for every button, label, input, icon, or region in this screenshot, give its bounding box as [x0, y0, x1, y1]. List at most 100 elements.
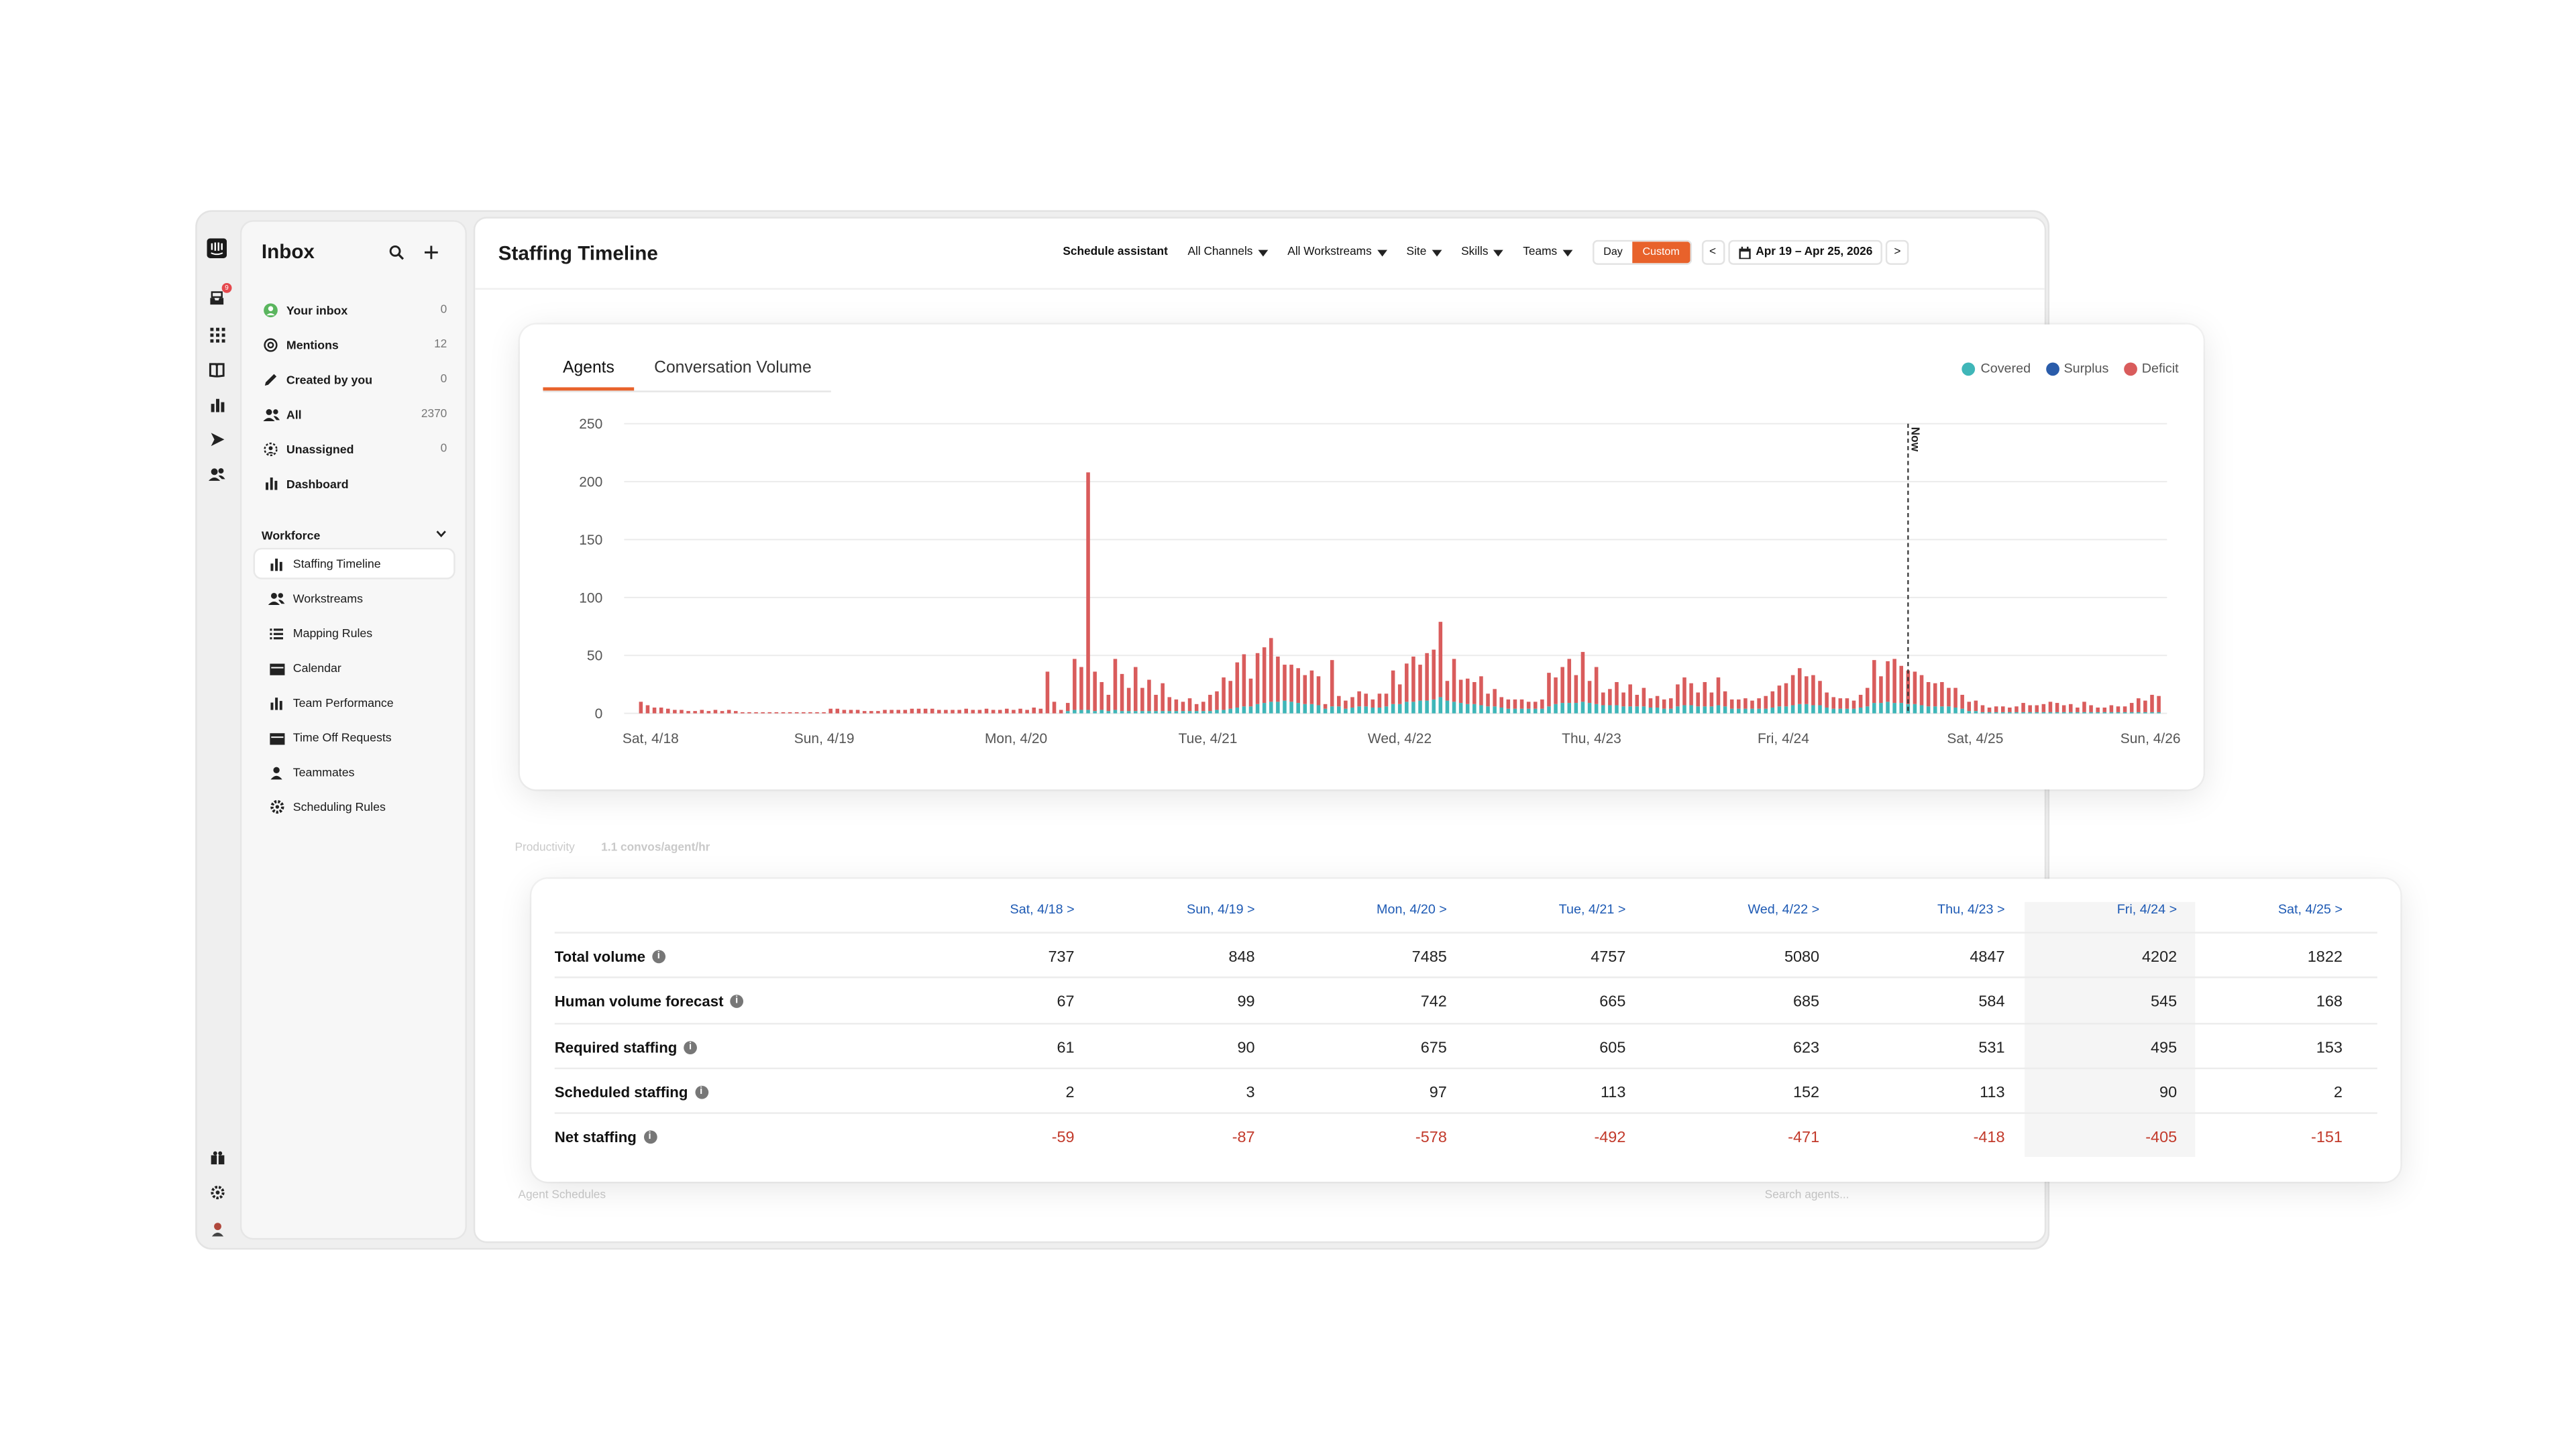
filter-teams-dropdown[interactable]: Teams: [1516, 240, 1578, 265]
info-icon[interactable]: i: [643, 1130, 657, 1144]
bar-deficit: [2035, 705, 2039, 712]
search-agents-input[interactable]: Search agents...: [1765, 1190, 1849, 1201]
bar-deficit: [1960, 694, 1964, 709]
column-header-link[interactable]: Sat, 4/18 >: [909, 902, 1075, 917]
bar-covered: [1065, 711, 1070, 714]
bar-deficit: [1154, 694, 1158, 712]
info-icon[interactable]: i: [651, 950, 665, 964]
bar-deficit: [754, 712, 758, 714]
contacts-icon[interactable]: [207, 463, 227, 484]
info-icon[interactable]: i: [694, 1085, 708, 1099]
column-header-link[interactable]: Thu, 4/23 >: [1839, 902, 2004, 917]
settings-icon[interactable]: [207, 1182, 227, 1202]
filter-all-workstreams-dropdown[interactable]: All Workstreams: [1281, 240, 1393, 265]
bar-deficit: [1872, 660, 1876, 704]
filter-site-dropdown[interactable]: Site: [1400, 240, 1448, 265]
column-header-link[interactable]: Sun, 4/19 >: [1089, 902, 1255, 917]
info-icon[interactable]: i: [730, 995, 744, 1009]
workforce-item-team-performance[interactable]: Team Performance: [255, 689, 453, 717]
user-avatar-icon[interactable]: [207, 1218, 227, 1238]
reports-icon[interactable]: [207, 394, 227, 414]
inbox-icon[interactable]: 9: [207, 282, 232, 308]
custom-view-button[interactable]: Custom: [1632, 241, 1690, 264]
bar-deficit: [2137, 698, 2141, 712]
workforce-section-header[interactable]: Workforce: [262, 528, 447, 543]
x-tick-label: Sat, 4/25: [1947, 731, 2003, 746]
workforce-item-scheduling-rules[interactable]: Scheduling Rules: [255, 793, 453, 821]
bar-deficit: [1648, 698, 1653, 708]
caret-down-icon: [1257, 249, 1268, 256]
column-header-link[interactable]: Wed, 4/22 >: [1654, 902, 1819, 917]
bar-covered: [2150, 712, 2154, 714]
bar-deficit: [849, 710, 853, 714]
book-icon[interactable]: [207, 359, 227, 380]
workforce-item-time-off-requests[interactable]: Time Off Requests: [255, 723, 453, 751]
bar-covered: [1621, 706, 1625, 714]
gift-icon[interactable]: [207, 1147, 227, 1167]
nav-item-count: 2370: [421, 408, 447, 420]
bar-deficit: [1689, 683, 1693, 706]
bar-deficit: [1350, 697, 1354, 708]
nav-item-your-inbox[interactable]: Your inbox 0: [262, 296, 447, 323]
bar-deficit: [1865, 687, 1870, 707]
column-header-link[interactable]: Fri, 4/24 >: [2011, 902, 2177, 917]
info-icon[interactable]: i: [684, 1040, 697, 1054]
bar-deficit: [1723, 691, 1727, 707]
day-view-button[interactable]: Day: [1593, 241, 1632, 263]
apps-grid-icon[interactable]: [207, 325, 227, 345]
column-header-link[interactable]: Mon, 4/20 >: [1281, 902, 1447, 917]
bar-deficit: [1615, 681, 1619, 706]
chevron-down-icon[interactable]: [435, 528, 447, 543]
send-icon[interactable]: [207, 429, 227, 449]
nav-item-dashboard[interactable]: Dashboard: [262, 470, 447, 496]
bar-deficit: [1371, 699, 1375, 708]
column-header-link[interactable]: Tue, 4/21 >: [1460, 902, 1626, 917]
workforce-item-workstreams[interactable]: Workstreams: [255, 584, 453, 612]
search-icon[interactable]: [386, 241, 406, 262]
next-range-button[interactable]: >: [1886, 239, 1909, 265]
column-header-link[interactable]: Sat, 4/25 >: [2177, 902, 2343, 917]
add-icon[interactable]: [421, 241, 441, 262]
page-title: Staffing Timeline: [498, 241, 658, 265]
filter-skills-dropdown[interactable]: Skills: [1454, 240, 1509, 265]
prev-range-button[interactable]: <: [1701, 239, 1725, 265]
bar-covered: [1445, 700, 1450, 714]
nav-item-unassigned[interactable]: Unassigned 0: [262, 435, 447, 461]
bar-covered: [1574, 703, 1578, 714]
bar-deficit: [1913, 671, 1917, 704]
schedule-assistant-button[interactable]: Schedule assistant: [1056, 240, 1174, 265]
bar-covered: [2028, 712, 2032, 714]
bar-deficit: [977, 710, 982, 714]
bar-deficit: [1113, 659, 1118, 710]
bar-covered: [1147, 711, 1151, 714]
table-cell: 531: [1978, 1038, 2005, 1057]
workforce-item-mapping-rules[interactable]: Mapping Rules: [255, 619, 453, 647]
workforce-item-teammates[interactable]: Teammates: [255, 758, 453, 786]
bar-deficit: [2123, 706, 2127, 712]
intercom-logo-icon[interactable]: [207, 238, 227, 258]
bar-covered: [1560, 703, 1564, 714]
bar-deficit: [1445, 681, 1450, 701]
bar-deficit: [1967, 702, 1972, 712]
date-range-picker[interactable]: Apr 19 – Apr 25, 2026: [1727, 239, 1883, 265]
bar-covered: [1397, 704, 1402, 714]
bar-deficit: [2028, 705, 2032, 712]
bar-deficit: [1805, 676, 1809, 704]
bar-covered: [2137, 712, 2141, 714]
row-label-text: Scheduled staffing: [554, 1084, 688, 1101]
bar-covered: [1106, 711, 1111, 714]
nav-item-all[interactable]: All 2370: [262, 400, 447, 427]
nav-item-mentions[interactable]: Mentions 12: [262, 331, 447, 357]
bar-deficit: [2055, 703, 2059, 712]
bar-deficit: [1093, 671, 1097, 712]
workforce-item-calendar[interactable]: Calendar: [255, 654, 453, 682]
table-cell: 97: [1429, 1084, 1447, 1103]
filter-all-channels-dropdown[interactable]: All Channels: [1181, 240, 1275, 265]
bar-deficit: [1174, 699, 1179, 712]
workforce-item-staffing-timeline[interactable]: Staffing Timeline: [255, 549, 454, 578]
bar-deficit: [1073, 659, 1077, 710]
bar-deficit: [741, 712, 745, 714]
bar-deficit: [2089, 705, 2093, 712]
nav-item-created-by-you[interactable]: Created by you 0: [262, 366, 447, 392]
nav-item-count: 0: [440, 303, 447, 316]
